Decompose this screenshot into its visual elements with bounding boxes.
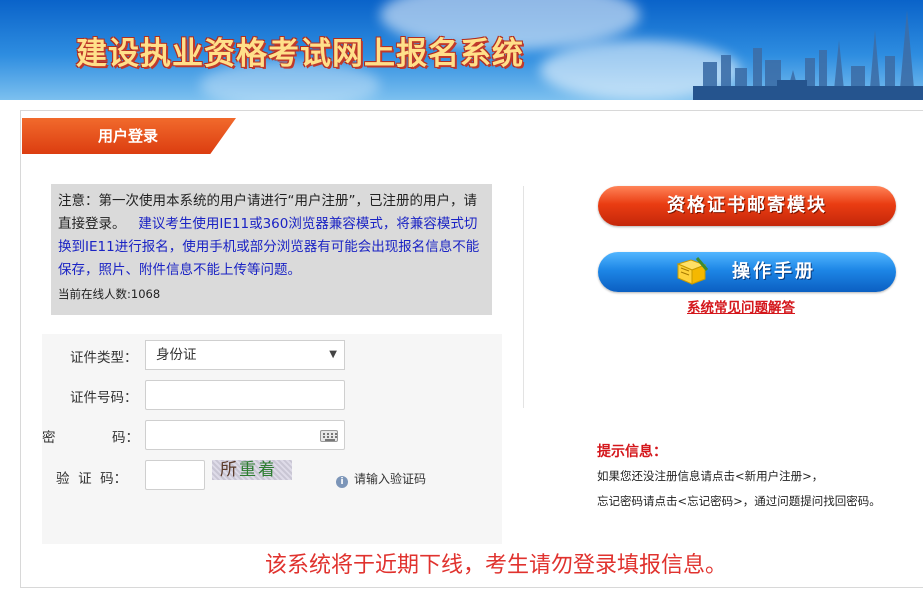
- password-label-start: 密: [42, 430, 56, 446]
- id-type-label: 证件类型：: [70, 350, 138, 366]
- id-number-input[interactable]: [145, 380, 345, 410]
- keyboard-icon[interactable]: [320, 430, 338, 442]
- vertical-divider: [523, 186, 524, 408]
- captcha-label: 验 证 码：: [56, 471, 128, 487]
- cert-mail-button[interactable]: 资格证书邮寄模块: [598, 186, 896, 226]
- id-type-select[interactable]: 身份证 ▼: [145, 340, 345, 370]
- captcha-image[interactable]: 所重着: [212, 460, 292, 480]
- captcha-char: 所: [220, 460, 239, 480]
- password-label-end: 码：: [112, 430, 139, 446]
- chevron-down-icon: ▼: [329, 349, 337, 360]
- captcha-hint-text: 请输入验证码: [354, 472, 427, 486]
- tips-line-register: 如果您还没注册信息请点击<新用户注册>，: [597, 469, 824, 483]
- captcha-hint: i 请输入验证码: [336, 470, 426, 488]
- header-banner: 建设执业资格考试网上报名系统: [0, 0, 923, 100]
- password-input[interactable]: [145, 420, 345, 450]
- captcha-input[interactable]: [145, 460, 205, 490]
- id-number-label: 证件号码：: [70, 390, 138, 406]
- captcha-char: 重着: [239, 460, 277, 480]
- tips-title: 提示信息：: [597, 444, 667, 460]
- manual-button-label: 操作手册: [732, 261, 816, 282]
- faq-link[interactable]: 系统常见问题解答: [687, 296, 795, 316]
- offline-warning-message: 该系统将于近期下线，考生请勿登录填报信息。: [265, 553, 728, 578]
- book-icon: [676, 257, 709, 285]
- tips-line-forgot-password: 忘记密码请点击<忘记密码>，通过问题提问找回密码。: [597, 494, 881, 508]
- manual-button[interactable]: 操作手册: [598, 252, 896, 292]
- online-user-count: 当前在线人数:1068: [58, 287, 161, 301]
- id-type-selected-value: 身份证: [156, 347, 197, 363]
- notice-box: 注意：第一次使用本系统的用户请进行“用户注册”，已注册的用户，请直接登录。 建议…: [51, 184, 492, 315]
- system-title: 建设执业资格考试网上报名系统: [76, 36, 524, 72]
- tab-user-login[interactable]: 用户登录: [22, 118, 236, 154]
- city-skyline-image: [693, 10, 923, 100]
- info-icon: i: [336, 476, 348, 488]
